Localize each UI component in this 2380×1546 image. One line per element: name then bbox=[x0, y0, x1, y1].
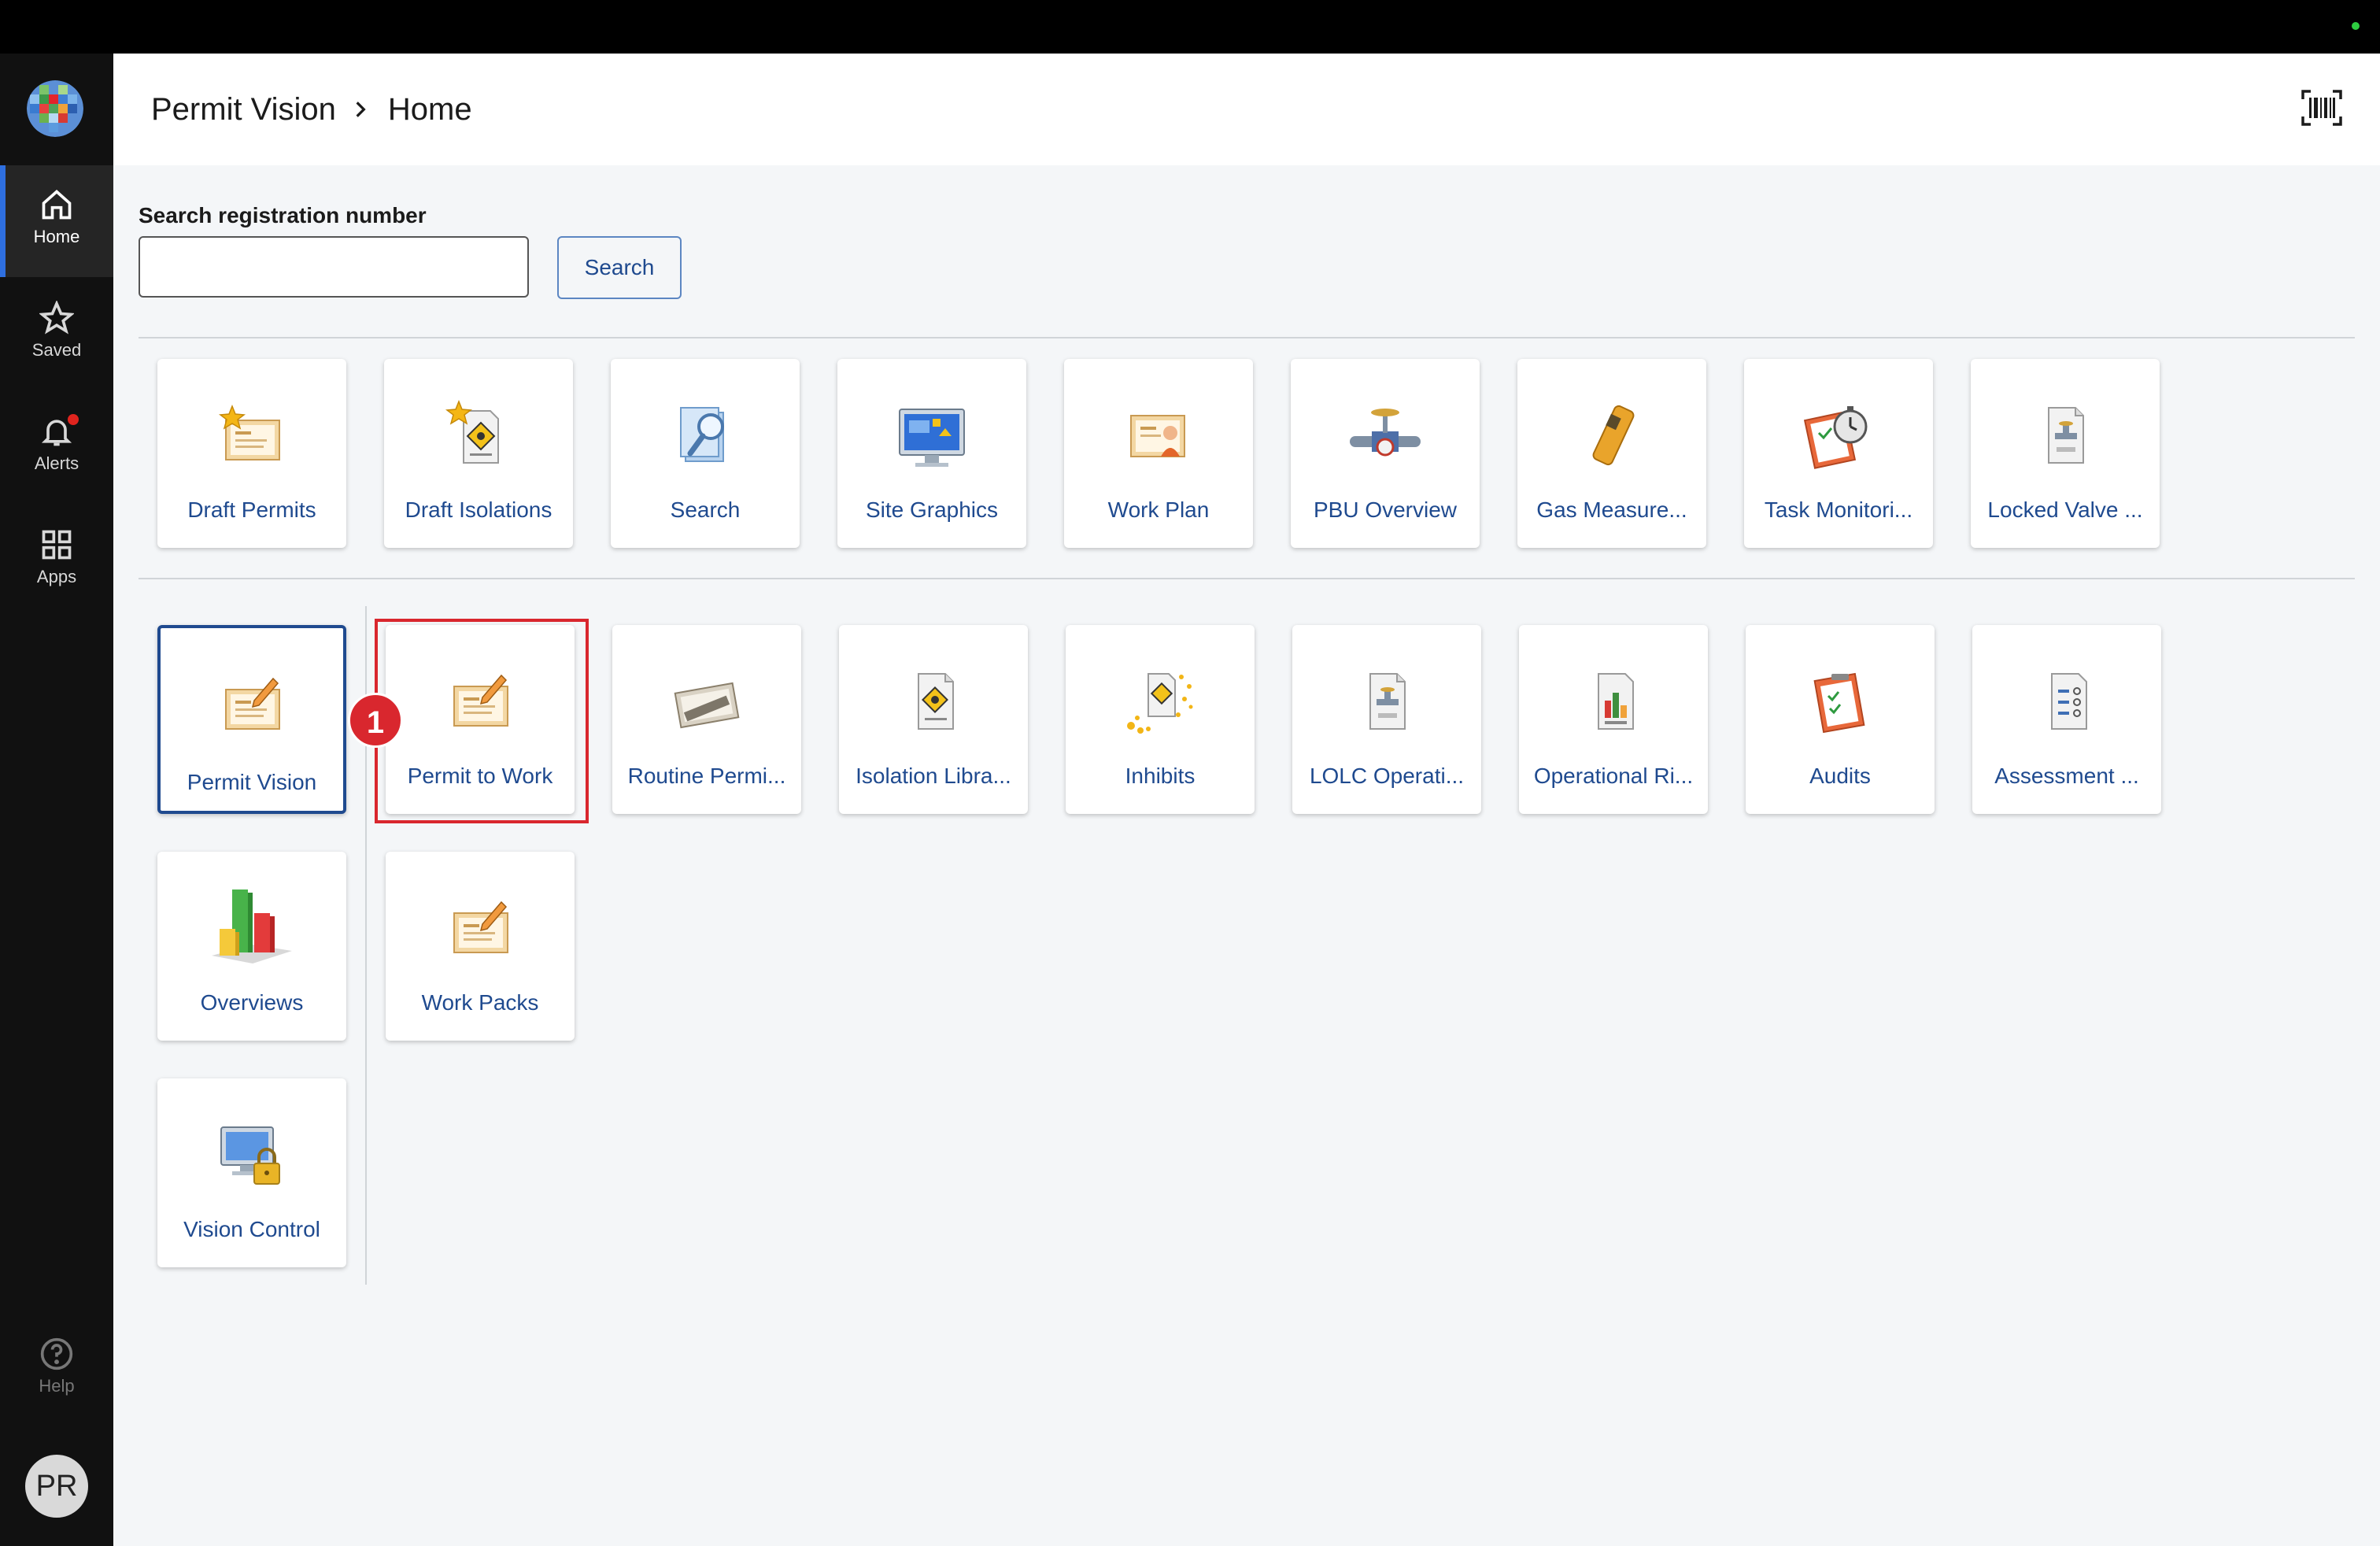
tile-label: Locked Valve ... bbox=[1987, 497, 2143, 522]
device-status-bar bbox=[0, 0, 2380, 54]
tile-overviews[interactable]: Overviews bbox=[157, 852, 346, 1041]
barcode-scan-icon[interactable] bbox=[2301, 90, 2342, 130]
tile-label: Task Monitori... bbox=[1764, 497, 1913, 522]
sidebar-item-label: Home bbox=[33, 227, 80, 246]
step-number-badge: 1 bbox=[348, 693, 403, 748]
sidebar: Home Saved Alerts Apps Help PR bbox=[0, 54, 113, 1546]
tile-pbu-overview[interactable]: PBU Overview bbox=[1291, 359, 1480, 548]
tile-draft-permits[interactable]: Draft Permits bbox=[157, 359, 346, 548]
help-icon bbox=[40, 1337, 73, 1370]
tile-label: Gas Measure... bbox=[1536, 497, 1687, 522]
tile-task-monitoring[interactable]: Task Monitori... bbox=[1744, 359, 1933, 548]
isolation-document-icon bbox=[918, 673, 954, 730]
inhibits-stars-icon bbox=[1127, 673, 1193, 734]
gas-meter-icon bbox=[1592, 405, 1635, 466]
assessment-list-icon bbox=[2051, 673, 2087, 730]
tile-label: Assessment ... bbox=[1994, 764, 2139, 788]
search-button[interactable]: Search bbox=[557, 236, 682, 299]
tile-inhibits[interactable]: Inhibits bbox=[1066, 625, 1255, 814]
section-divider bbox=[139, 337, 2355, 338]
tile-search[interactable]: Search bbox=[611, 359, 800, 548]
stopwatch-clipboard-icon bbox=[1803, 406, 1868, 469]
ora-chart-icon bbox=[1598, 673, 1634, 730]
tile-locked-valve[interactable]: Locked Valve ... bbox=[1971, 359, 2160, 548]
breadcrumb-app[interactable]: Permit Vision bbox=[151, 92, 336, 128]
work-pack-icon bbox=[453, 901, 508, 953]
valve-overview-icon bbox=[1350, 409, 1421, 457]
tile-vision-control[interactable]: Vision Control bbox=[157, 1078, 346, 1267]
star-icon bbox=[39, 301, 74, 335]
tile-permit-vision[interactable]: Permit Vision bbox=[157, 625, 346, 814]
sidebar-item-help[interactable]: Help bbox=[0, 1337, 113, 1396]
draft-permit-icon bbox=[218, 404, 280, 460]
tile-label: PBU Overview bbox=[1313, 497, 1458, 522]
sidebar-item-label: Alerts bbox=[34, 453, 79, 473]
sidebar-item-home[interactable]: Home bbox=[0, 165, 113, 277]
permit-vision-icon bbox=[225, 677, 280, 730]
tile-label: Search bbox=[670, 497, 741, 522]
tile-label: Isolation Libra... bbox=[856, 764, 1011, 788]
audit-clipboard-icon bbox=[1813, 672, 1865, 734]
chevron-right-icon bbox=[350, 99, 371, 120]
tile-label: Vision Control bbox=[183, 1217, 320, 1241]
status-dot bbox=[2352, 22, 2360, 30]
sidebar-item-saved[interactable]: Saved bbox=[0, 279, 113, 390]
sidebar-item-alerts[interactable]: Alerts bbox=[0, 392, 113, 504]
work-plan-icon bbox=[1130, 415, 1185, 457]
tile-label: Operational Ri... bbox=[1533, 764, 1694, 788]
sidebar-item-label: Apps bbox=[36, 567, 77, 586]
tile-label: LOLC Operati... bbox=[1309, 764, 1465, 788]
tile-label: Permit Vision bbox=[187, 770, 317, 794]
search-section: Search registration number Search bbox=[139, 203, 682, 299]
tile-assessment[interactable]: Assessment ... bbox=[1972, 625, 2161, 814]
tile-work-plan[interactable]: Work Plan bbox=[1064, 359, 1253, 548]
tile-label: Routine Permi... bbox=[627, 764, 786, 788]
lolc-document-icon bbox=[2048, 407, 2084, 464]
section-divider bbox=[139, 578, 2355, 579]
tile-label: Audits bbox=[1809, 764, 1871, 788]
draft-isolation-icon bbox=[445, 399, 499, 464]
tile-label: Inhibits bbox=[1125, 764, 1196, 788]
tile-operational-risk[interactable]: Operational Ri... bbox=[1519, 625, 1708, 814]
sidebar-item-apps[interactable]: Apps bbox=[0, 505, 113, 617]
tile-work-packs[interactable]: Work Packs bbox=[386, 852, 575, 1041]
step-highlight-box bbox=[375, 619, 589, 823]
tile-routine-permits[interactable]: Routine Permi... bbox=[612, 625, 801, 814]
tile-label: Draft Permits bbox=[187, 497, 316, 522]
tile-lolc-operations[interactable]: LOLC Operati... bbox=[1292, 625, 1481, 814]
monitor-graphics-icon bbox=[899, 409, 965, 467]
sidebar-item-label: Help bbox=[39, 1376, 75, 1396]
tile-label: Overviews bbox=[200, 990, 304, 1015]
breadcrumb: Permit Vision Home bbox=[151, 54, 472, 165]
bar-chart-icon bbox=[212, 890, 292, 963]
home-icon bbox=[42, 190, 72, 220]
app-logo[interactable] bbox=[27, 80, 83, 137]
routine-permit-icon bbox=[674, 682, 740, 729]
locked-monitor-icon bbox=[220, 1126, 280, 1185]
tile-label: Work Packs bbox=[421, 990, 539, 1015]
tile-label: Draft Isolations bbox=[405, 497, 552, 522]
sidebar-item-label: Saved bbox=[31, 340, 82, 360]
registration-search-input[interactable] bbox=[139, 236, 529, 298]
search-label: Search registration number bbox=[139, 203, 427, 227]
tile-label: Work Plan bbox=[1107, 497, 1210, 522]
tile-site-graphics[interactable]: Site Graphics bbox=[837, 359, 1026, 548]
user-avatar[interactable]: PR bbox=[25, 1455, 88, 1518]
tile-gas-measurement[interactable]: Gas Measure... bbox=[1517, 359, 1706, 548]
alert-notification-dot bbox=[68, 414, 79, 425]
tile-audits[interactable]: Audits bbox=[1746, 625, 1935, 814]
grid-icon bbox=[42, 530, 72, 560]
tile-label: Site Graphics bbox=[865, 497, 999, 522]
page-title: Home bbox=[387, 91, 472, 127]
search-magnifier-icon bbox=[680, 407, 724, 462]
lolc-operations-icon bbox=[1369, 673, 1406, 730]
page-header: Permit Vision Home bbox=[113, 54, 2380, 165]
tile-draft-isolations[interactable]: Draft Isolations bbox=[384, 359, 573, 548]
tile-isolation-library[interactable]: Isolation Libra... bbox=[839, 625, 1028, 814]
